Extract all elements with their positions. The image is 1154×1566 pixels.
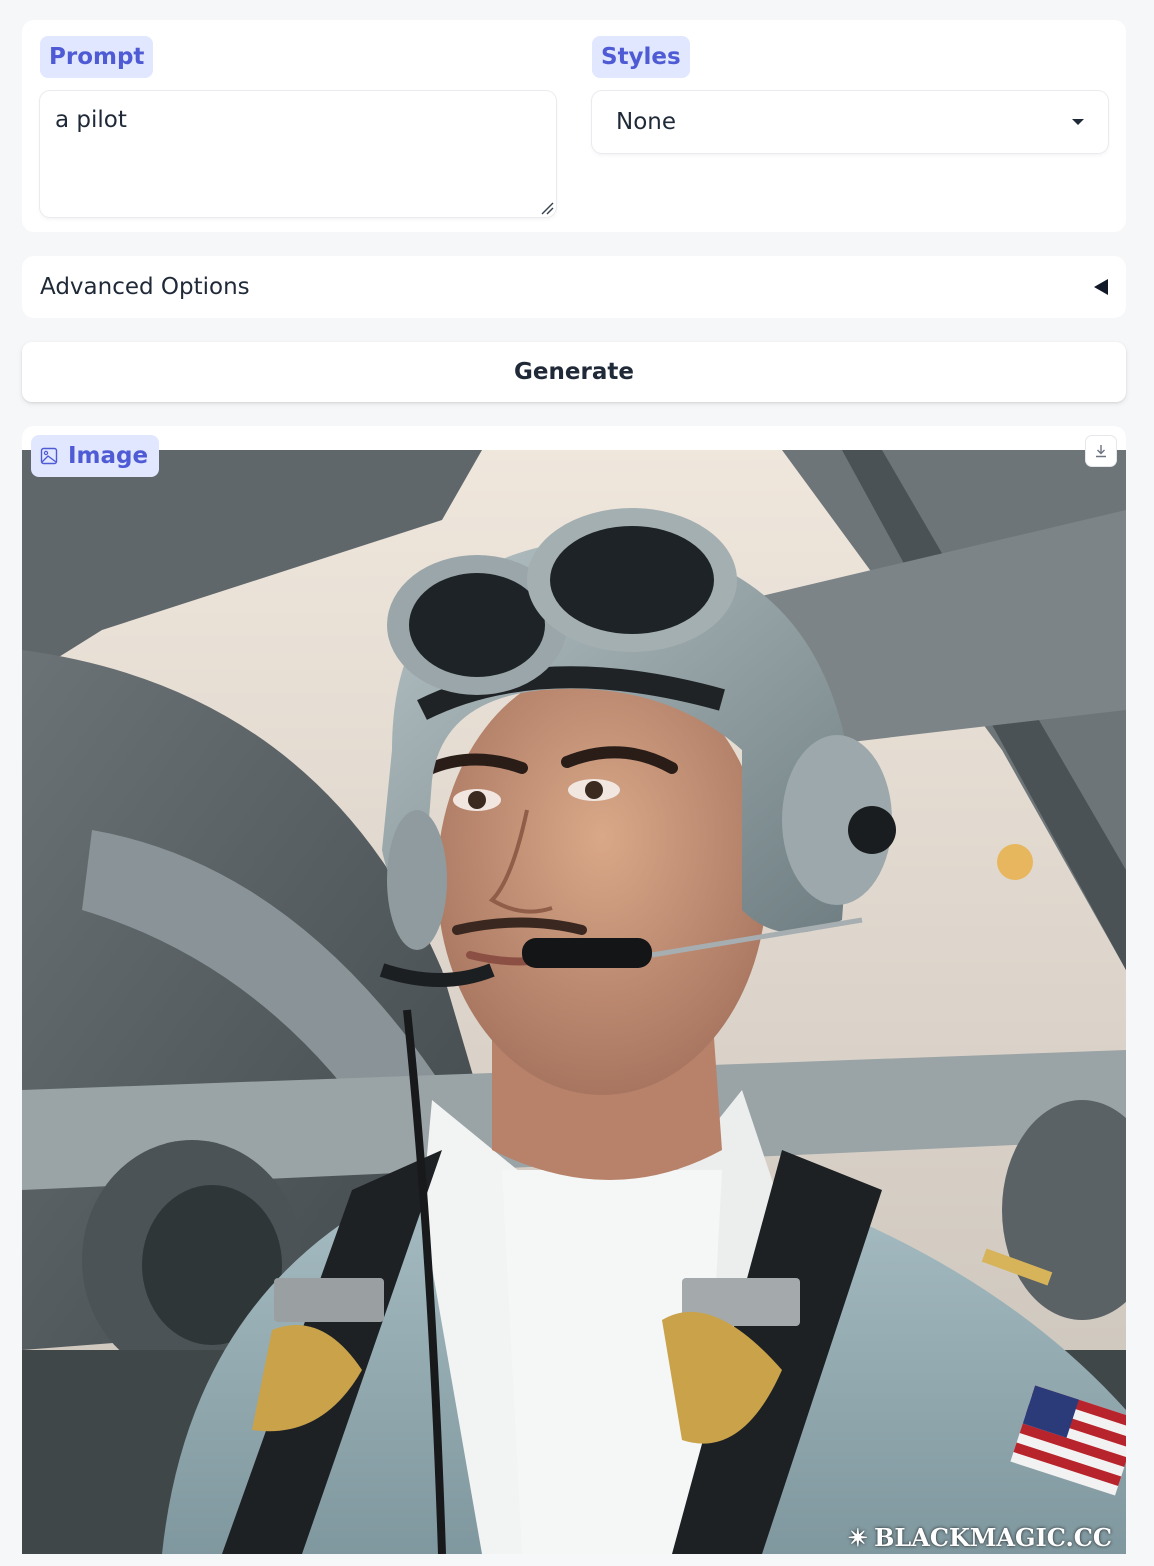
image-label: Image — [31, 435, 160, 477]
watermark-text: BLACKMAGIC.CC — [874, 1523, 1112, 1552]
image-output-panel: Image ✴ BLACKMAGIC.CC — [22, 426, 1126, 1554]
download-icon — [1096, 445, 1106, 458]
watermark: ✴ BLACKMAGIC.CC — [848, 1523, 1112, 1552]
image-label-text: Image — [68, 443, 149, 469]
pilot-photo — [22, 450, 1126, 1554]
advanced-options-label: Advanced Options — [40, 274, 250, 300]
chevron-down-icon — [1072, 119, 1084, 125]
prompt-input[interactable]: a pilot — [40, 91, 556, 217]
styles-selected-value: None — [616, 109, 677, 135]
input-panel: Prompt a pilot Styles None — [22, 20, 1126, 232]
resize-handle-icon[interactable] — [540, 201, 554, 215]
prompt-label: Prompt — [40, 36, 154, 78]
prompt-field-container: a pilot — [40, 91, 556, 217]
advanced-options-accordion[interactable]: Advanced Options — [22, 256, 1126, 318]
download-button[interactable] — [1086, 436, 1116, 466]
generate-button[interactable]: Generate — [22, 342, 1126, 402]
generated-image: ✴ BLACKMAGIC.CC — [22, 450, 1126, 1554]
image-icon — [40, 447, 58, 465]
styles-dropdown[interactable]: None — [592, 91, 1108, 153]
caret-left-icon — [1094, 279, 1108, 295]
wand-icon: ✴ — [848, 1523, 869, 1552]
styles-label: Styles — [592, 36, 690, 78]
